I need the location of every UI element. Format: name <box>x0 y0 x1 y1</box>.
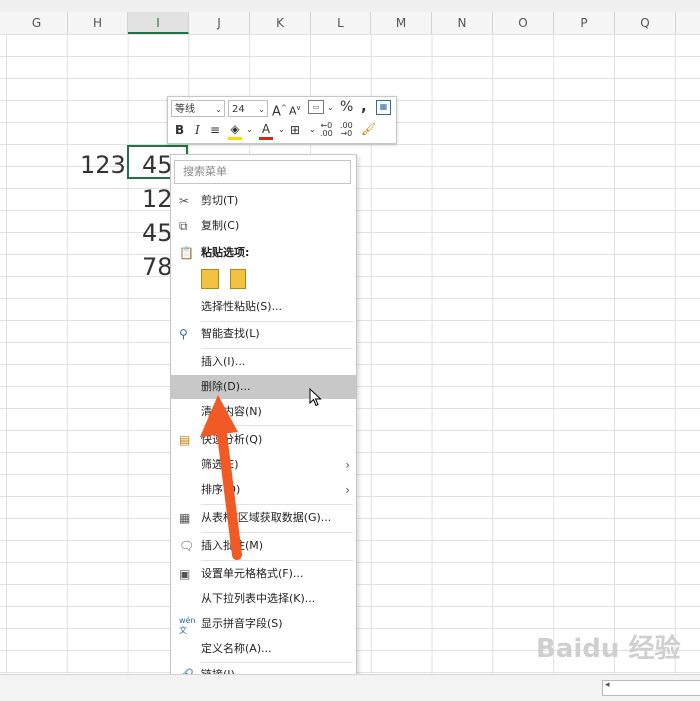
watermark: Baidu 经验 <box>536 634 681 664</box>
annotation-arrow-head <box>200 395 238 437</box>
annotation-arrow <box>200 395 242 560</box>
horizontal-scrollbar[interactable]: ◂ <box>602 680 700 696</box>
annotation-arrow-shaft <box>215 413 242 560</box>
scroll-left-icon[interactable]: ◂ <box>605 680 610 690</box>
bottom-bar <box>0 674 700 701</box>
